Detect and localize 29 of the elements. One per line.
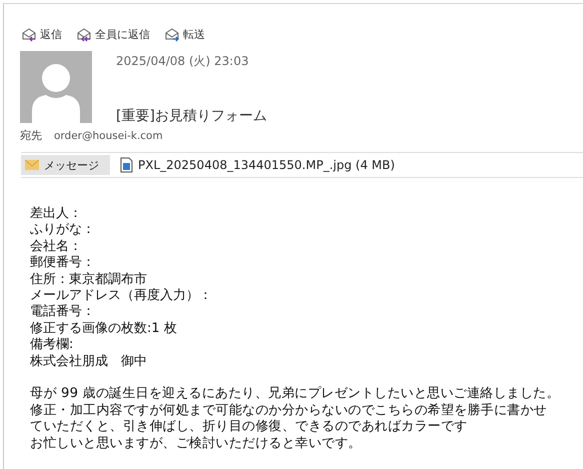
attachment-file[interactable]: PXL_20250408_134401550.MP_.jpg (4 MB): [116, 155, 399, 175]
image-file-icon: [120, 157, 133, 173]
form-field-line: 差出人：: [30, 206, 83, 222]
reply-button[interactable]: 返信: [21, 26, 62, 42]
subject-line: [重要]お見積りフォーム: [116, 107, 267, 125]
form-field-line: メールアドレス（再度入力）：: [30, 288, 213, 304]
form-field-line: 会社名：: [30, 238, 83, 255]
envelope-icon: [25, 158, 39, 172]
forward-button[interactable]: 転送: [164, 26, 205, 42]
message-tab[interactable]: メッセージ: [21, 155, 110, 175]
form-field-line: 住所：東京都調布市: [30, 272, 148, 288]
form-field-line: 株式会社朋成 御中: [30, 354, 148, 370]
form-field-line: ふりがな：: [30, 222, 96, 239]
recipient-label: 宛先: [20, 128, 42, 143]
message-line: お忙しいと思いますが、ご検討いただけると幸いです。: [30, 436, 362, 452]
forward-icon: [164, 26, 180, 42]
form-field-line: 電話番号：: [30, 304, 96, 321]
form-field-line: 修正する画像の枚数:1 枚: [30, 320, 178, 337]
reply-all-button[interactable]: 全員に返信: [76, 26, 150, 42]
message-line: 母が 99 歳の誕生日を迎えるにあたり、兄弟にプレゼントしたいと思いご連絡しました。: [30, 386, 561, 403]
form-field-line: 備考欄:: [30, 337, 74, 354]
avatar-icon: [20, 51, 92, 123]
form-field-line: 郵便番号：: [30, 255, 96, 272]
reply-icon: [21, 26, 37, 42]
message-line: 修正・加工内容ですが何処まで可能なのか分からないのでこちらの希望を勝手に書かせ: [30, 402, 548, 420]
sent-date: 2025/04/08 (火) 23:03: [116, 53, 250, 70]
recipient-address: order@housei-k.com: [54, 130, 163, 142]
reply-all-icon: [76, 26, 92, 42]
message-line: ていただくと、引き伸ばし、折り目の修復、できるのであればカラーです: [30, 419, 468, 436]
